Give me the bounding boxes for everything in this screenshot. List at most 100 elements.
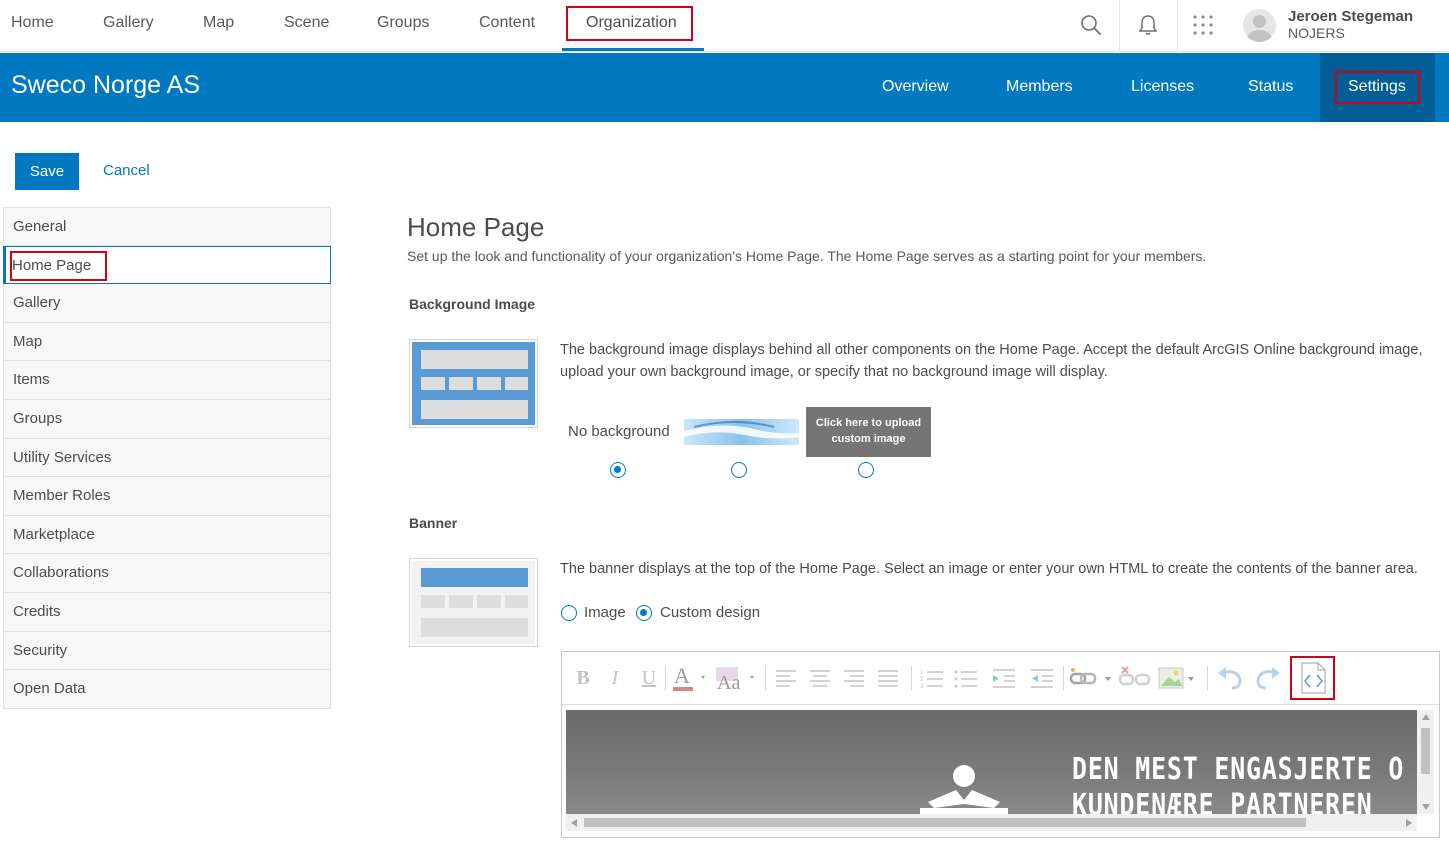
undo-icon[interactable] (1214, 662, 1246, 694)
sidebar-item-label: Collaborations (13, 564, 109, 582)
tab-status[interactable]: Status (1248, 53, 1293, 122)
search-icon[interactable] (1074, 8, 1108, 42)
sidebar-item-label: Open Data (13, 680, 86, 698)
toolbar-separator (911, 666, 912, 690)
page-title: Home Page (407, 212, 545, 242)
tab-licenses[interactable]: Licenses (1131, 53, 1194, 122)
toolbar-separator (1207, 666, 1208, 690)
unlink-icon[interactable] (1118, 662, 1154, 694)
redo-icon[interactable] (1252, 662, 1284, 694)
sidebar-item-label: Gallery (13, 294, 61, 312)
svg-text:1: 1 (920, 670, 924, 676)
banner-layout-thumbnail (409, 558, 538, 647)
sidebar-item-label: Map (13, 332, 43, 350)
sidebar-item-label: Marketplace (13, 525, 95, 543)
home-page-highlight-box (10, 250, 107, 281)
sidebar-item-gallery[interactable]: Gallery (3, 284, 331, 323)
svg-text:2: 2 (920, 677, 924, 683)
sidebar-item-utility-services[interactable]: Utility Services (3, 438, 331, 478)
toolbar-separator (665, 666, 666, 690)
nav-separator (1177, 0, 1178, 52)
tab-members[interactable]: Members (1006, 53, 1073, 122)
align-right-icon[interactable] (840, 662, 868, 694)
sidebar-item-general[interactable]: General (3, 207, 331, 246)
nav-map[interactable]: Map (203, 0, 234, 52)
no-background-radio[interactable] (610, 462, 626, 478)
banner-preview-text: DEN MEST ENGASJERTE O KUNDENÆRE PARTNERE… (1072, 752, 1404, 814)
nav-home[interactable]: Home (11, 0, 54, 52)
nav-groups[interactable]: Groups (377, 0, 429, 52)
banner-custom-design-radio[interactable] (636, 605, 652, 621)
background-color-icon[interactable]: Aa (714, 662, 758, 694)
sidebar-item-label: Items (13, 371, 50, 389)
svg-text:A: A (674, 663, 690, 688)
nav-separator (1119, 0, 1120, 52)
banner-image-label[interactable]: Image (584, 604, 626, 621)
app-launcher-grid-icon[interactable] (1186, 8, 1220, 42)
sidebar-item-collaborations[interactable]: Collaborations (3, 554, 331, 593)
top-navigation: Home Gallery Map Scene Groups Content Or… (0, 0, 1449, 52)
sidebar-item-label: General (13, 218, 67, 235)
numbered-list-icon[interactable]: 123 (918, 662, 946, 694)
background-layout-thumbnail (409, 339, 538, 428)
italic-icon[interactable]: I (604, 662, 626, 694)
banner-text-line-1: DEN MEST ENGASJERTE O (1072, 752, 1405, 787)
font-color-icon[interactable]: A (670, 662, 710, 694)
nav-scene[interactable]: Scene (284, 0, 329, 52)
banner-preview[interactable]: DEN MEST ENGASJERTE O KUNDENÆRE PARTNERE… (566, 710, 1417, 814)
tab-overview[interactable]: Overview (882, 53, 949, 122)
vertical-scroll-thumb[interactable] (1421, 728, 1430, 774)
image-icon[interactable] (1157, 662, 1199, 694)
svg-text:3: 3 (920, 684, 924, 688)
sidebar-item-label: Credits (13, 602, 61, 620)
sidebar-item-label: Member Roles (13, 487, 111, 505)
vertical-scrollbar[interactable] (1417, 710, 1434, 814)
cancel-link[interactable]: Cancel (103, 162, 150, 179)
sidebar-item-open-data[interactable]: Open Data (3, 670, 331, 709)
sidebar-item-credits[interactable]: Credits (3, 592, 331, 632)
nav-gallery[interactable]: Gallery (103, 0, 154, 52)
upload-custom-image-button[interactable]: Click here to upload custom image (806, 407, 931, 457)
banner-description: The banner displays at the top of the Ho… (560, 561, 1418, 577)
justify-icon[interactable] (874, 662, 902, 694)
notifications-bell-icon[interactable] (1131, 8, 1165, 42)
banner-heading: Banner (409, 515, 458, 531)
align-left-icon[interactable] (772, 662, 800, 694)
bullet-list-icon[interactable] (952, 662, 980, 694)
user-name: Jeroen Stegeman (1288, 8, 1414, 25)
underline-icon[interactable]: U (638, 662, 660, 694)
sidebar-item-map[interactable]: Map (3, 322, 331, 362)
sidebar-item-label: Groups (13, 409, 63, 427)
no-background-label: No background (568, 423, 670, 440)
horizontal-scrollbar[interactable] (566, 814, 1417, 831)
banner-html-editor: B I U A Aa 123 DEN MEST ENGASJERTE O KUN… (561, 651, 1440, 838)
background-image-description: The background image displays behind all… (560, 342, 1423, 380)
outdent-icon[interactable] (1028, 662, 1056, 694)
link-icon[interactable] (1069, 662, 1115, 694)
editor-toolbar: B I U A Aa 123 (562, 652, 1439, 705)
sidebar-item-items[interactable]: Items (3, 361, 331, 400)
nav-content[interactable]: Content (479, 0, 535, 52)
user-menu[interactable]: Jeroen Stegeman NOJERS (1243, 5, 1413, 45)
sidebar-item-label: Security (13, 641, 68, 659)
default-background-radio[interactable] (731, 462, 747, 478)
indent-icon[interactable] (990, 662, 1018, 694)
align-center-icon[interactable] (806, 662, 834, 694)
html-source-highlight-box (1290, 656, 1335, 700)
banner-text-line-2: KUNDENÆRE PARTNEREN (1072, 788, 1373, 814)
sidebar-item-home-page[interactable]: Home Page (3, 245, 331, 285)
sidebar-item-marketplace[interactable]: Marketplace (3, 515, 331, 555)
banner-custom-design-label[interactable]: Custom design (660, 604, 760, 621)
sidebar-item-security[interactable]: Security (3, 631, 331, 671)
sidebar-item-groups[interactable]: Groups (3, 399, 331, 439)
save-button[interactable]: Save (15, 153, 79, 190)
default-background-thumbnail[interactable] (684, 415, 799, 449)
banner-image-radio[interactable] (561, 605, 577, 621)
svg-text:Aa: Aa (717, 672, 740, 693)
bold-icon[interactable]: B (572, 662, 594, 694)
sweco-logo-icon (920, 765, 1008, 814)
sidebar-item-member-roles[interactable]: Member Roles (3, 477, 331, 516)
toolbar-separator (765, 666, 766, 690)
horizontal-scroll-thumb[interactable] (584, 818, 1306, 827)
custom-background-radio[interactable] (858, 462, 874, 478)
